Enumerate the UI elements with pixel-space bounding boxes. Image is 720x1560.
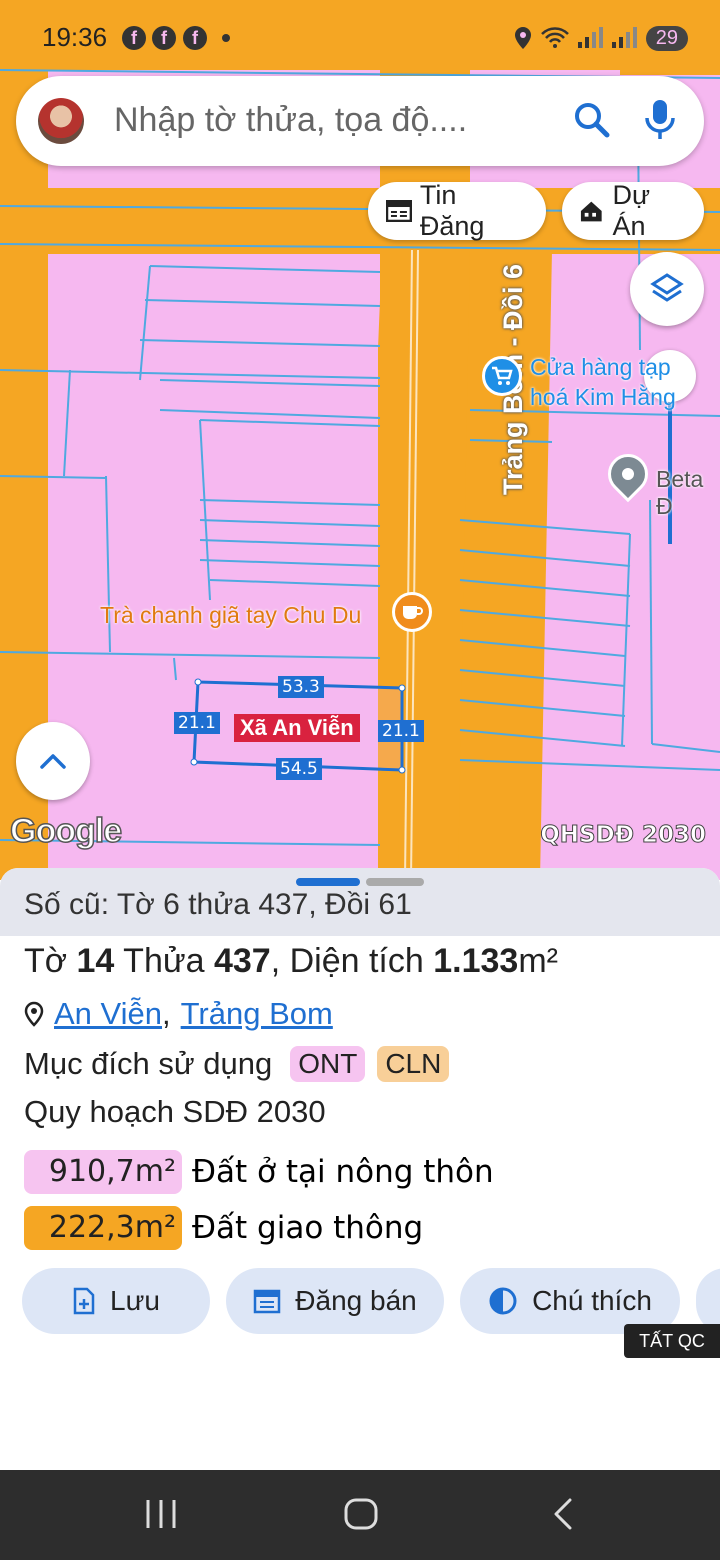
- poi-tea-name[interactable]: Trà chanh giã tay Chu Du: [100, 602, 361, 629]
- save-button[interactable]: Lưu: [22, 1268, 210, 1334]
- purpose-row: Mục đích sử dụng ONT CLN: [24, 1046, 450, 1082]
- plot-number: 437: [213, 942, 271, 980]
- status-icons: 29: [514, 22, 688, 54]
- battery-indicator: 29: [645, 25, 688, 51]
- expand-button[interactable]: [16, 722, 90, 800]
- plan-title: Quy hoạch SDĐ 2030: [24, 1094, 326, 1129]
- sheet-handle[interactable]: [366, 878, 424, 886]
- area-unit: m²: [518, 942, 558, 980]
- sheet-prefix: Tờ: [24, 942, 77, 980]
- old-reference: Số cũ: Tờ 6 thửa 437, Đồi 61: [0, 868, 720, 936]
- newspaper-icon: [386, 200, 412, 222]
- parcel-dim-bottom: 54.5: [276, 758, 322, 780]
- chevron-up-icon: [40, 754, 66, 769]
- location-icon: [514, 27, 531, 49]
- plan-item-area: 910,7m²: [24, 1150, 182, 1194]
- location-row: An Viễn, Trảng Bom: [24, 996, 333, 1032]
- poi-store-name-line1[interactable]: Cửa hàng tạp: [530, 354, 671, 381]
- plan-layer-label: QHSDĐ 2030: [540, 822, 707, 849]
- parcel-commune-label[interactable]: Xã An Viễn: [234, 714, 360, 742]
- area-value: 1.133: [433, 942, 519, 980]
- plan-item-label: Đất ở tại nông thôn: [192, 1154, 494, 1190]
- area-prefix: , Diện tích: [270, 942, 434, 980]
- back-icon[interactable]: [548, 1494, 578, 1534]
- projects-chip-label: Dự Án: [612, 180, 651, 241]
- commune-link[interactable]: An Viễn: [54, 996, 162, 1032]
- land-use-tag-ont: ONT: [290, 1046, 366, 1082]
- file-add-icon: [73, 1287, 95, 1315]
- poi-store-name-line2[interactable]: hoá Kim Hằng: [530, 384, 676, 411]
- listings-chip-label: Tin Đăng: [419, 180, 485, 241]
- parcel-info-sheet[interactable]: Số cũ: Tờ 6 thửa 437, Đồi 61 Tờ 14 Thửa …: [0, 868, 720, 1470]
- layers-button[interactable]: [630, 252, 704, 326]
- sheet-handle-active[interactable]: [296, 878, 360, 886]
- home-icon[interactable]: [342, 1494, 380, 1534]
- district-link[interactable]: Trảng Bom: [181, 996, 333, 1032]
- avatar[interactable]: [38, 98, 84, 144]
- plan-item: 910,7m² Đất ở tại nông thôn: [24, 1150, 494, 1194]
- location-separator: ,: [162, 996, 171, 1031]
- facebook-notification-icon: f: [122, 26, 146, 50]
- plan-item-label: Đất giao thông: [192, 1210, 424, 1246]
- save-button-label: Lưu: [110, 1285, 160, 1316]
- calendar-icon: [254, 1289, 281, 1314]
- parcel-title: Tờ 14 Thửa 437, Diện tích 1.133m²: [24, 942, 558, 981]
- facebook-notification-icon: f: [152, 26, 176, 50]
- layers-icon: [650, 273, 684, 302]
- map-view[interactable]: 19:36 f f f 29 Nhập tờ thửa, tọa độ.... …: [0, 0, 720, 880]
- search-input[interactable]: Nhập tờ thửa, tọa độ....: [114, 101, 467, 140]
- mic-icon[interactable]: [644, 98, 676, 142]
- more-notifications-dot: [222, 34, 230, 42]
- google-logo: Google: [9, 811, 123, 851]
- post-sale-button[interactable]: Đăng bán: [226, 1268, 444, 1334]
- plan-item-area: 222,3m²: [24, 1206, 182, 1250]
- contrast-icon: [489, 1287, 517, 1315]
- plan-item: 222,3m² Đất giao thông: [24, 1206, 423, 1250]
- signal-icon: [611, 27, 637, 48]
- cafe-pin-icon[interactable]: [392, 592, 432, 632]
- recents-icon[interactable]: [144, 1494, 178, 1534]
- facebook-notification-icon: f: [183, 26, 207, 50]
- hide-ads-button[interactable]: TẤT QC: [624, 1324, 720, 1358]
- poi-beta-name[interactable]: Beta Đ: [656, 466, 720, 520]
- signal-icon: [577, 27, 603, 48]
- building-icon: [580, 201, 602, 222]
- shop-pin-icon[interactable]: [482, 356, 522, 396]
- wifi-icon: [540, 27, 569, 48]
- land-use-tag-cln: CLN: [377, 1046, 450, 1082]
- post-sale-button-label: Đăng bán: [295, 1285, 417, 1316]
- parcel-dim-left: 21.1: [174, 712, 220, 734]
- location-pin-icon: [24, 1001, 44, 1027]
- sheet-number: 14: [76, 942, 115, 980]
- coffee-cup-icon: [403, 606, 423, 619]
- legend-button-label: Chú thích: [532, 1285, 652, 1316]
- parcel-dim-top: 53.3: [278, 676, 324, 698]
- plot-prefix: Thửa: [114, 942, 214, 980]
- status-bar: 19:36 f f f 29: [0, 0, 720, 76]
- projects-chip[interactable]: Dự Án: [562, 180, 704, 241]
- status-time: 19:36: [42, 22, 108, 52]
- cart-icon: [492, 366, 513, 385]
- purpose-label: Mục đích sử dụng: [24, 1046, 273, 1081]
- listings-chip[interactable]: Tin Đăng: [368, 180, 546, 241]
- parcel-dim-right: 21.1: [378, 720, 424, 742]
- system-nav-bar: [0, 1470, 720, 1560]
- search-icon[interactable]: [572, 100, 612, 140]
- search-bar[interactable]: Nhập tờ thửa, tọa độ....: [16, 76, 704, 166]
